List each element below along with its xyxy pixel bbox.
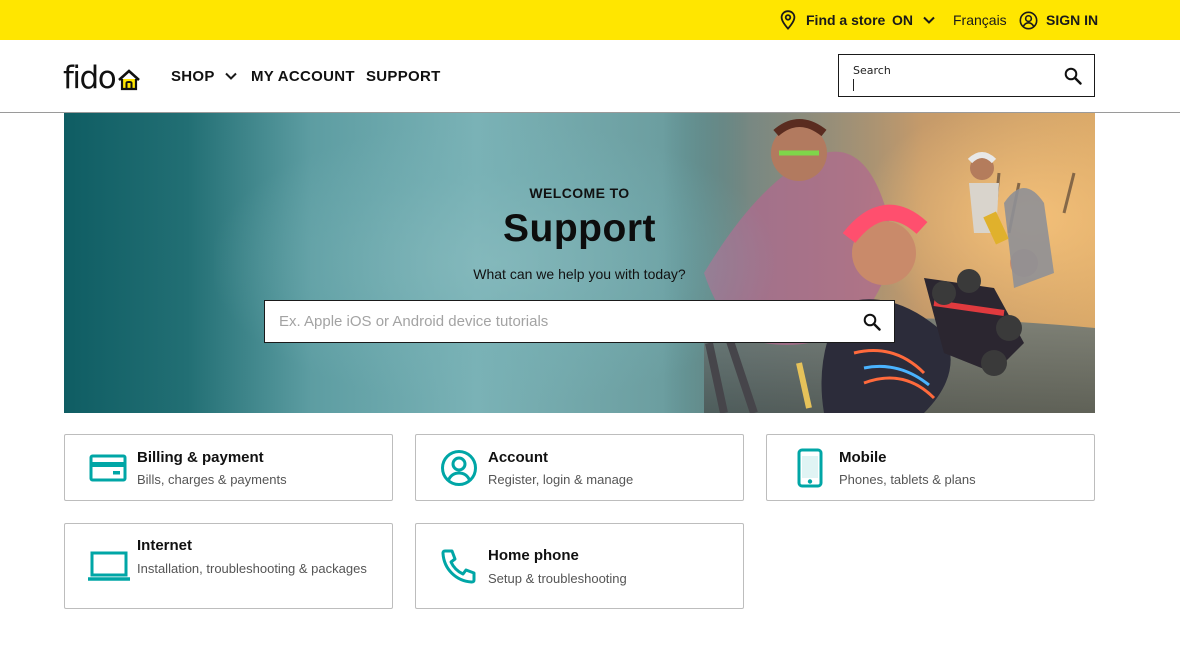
hero-subtitle: What can we help you with today? (473, 266, 686, 282)
category-title: Account (488, 449, 548, 466)
category-card-account[interactable]: Account Register, login & manage (415, 434, 744, 501)
hero-glow (214, 123, 774, 403)
category-description: Installation, troubleshooting & packages (137, 561, 367, 576)
category-description: Bills, charges & payments (137, 472, 287, 487)
location-pin-icon (780, 10, 796, 30)
nav-shop[interactable]: SHOP (171, 40, 237, 112)
user-circle-icon (1019, 11, 1038, 29)
support-search-box (264, 300, 895, 343)
find-store-link[interactable]: Find a store (780, 0, 885, 40)
category-card-billing[interactable]: Billing & payment Bills, charges & payme… (64, 434, 393, 501)
logo-wordmark: fido (63, 60, 117, 96)
hero-title: Support (503, 207, 656, 250)
category-description: Register, login & manage (488, 472, 634, 487)
sign-in-link[interactable]: SIGN IN (1019, 0, 1098, 40)
category-card-home-phone[interactable]: Home phone Setup & troubleshooting (415, 523, 744, 609)
utility-bar: Find a store ON Français SIGN IN (0, 0, 1180, 40)
header-search-button[interactable] (1064, 67, 1082, 90)
fido-logo[interactable]: fido (63, 58, 141, 94)
chevron-down-icon (225, 72, 237, 80)
find-store-label: Find a store (806, 12, 886, 28)
nav-support[interactable]: SUPPORT (366, 40, 441, 112)
category-title: Home phone (488, 547, 579, 564)
search-icon (1064, 67, 1082, 85)
category-title: Internet (137, 537, 193, 554)
user-circle-icon (441, 450, 477, 486)
search-icon (863, 313, 881, 331)
category-title: Mobile (839, 449, 887, 466)
header-search-label: Search (853, 64, 891, 77)
nav-shop-label: SHOP (171, 67, 215, 85)
category-card-mobile[interactable]: Mobile Phones, tablets & plans (766, 434, 1095, 501)
house-logo-icon (118, 69, 141, 91)
category-card-internet[interactable]: Internet Installation, troubleshooting &… (64, 523, 393, 609)
chevron-down-icon (923, 16, 935, 24)
support-search-button[interactable] (863, 313, 881, 336)
support-search-input[interactable] (265, 301, 845, 342)
province-selector[interactable]: ON (892, 0, 935, 40)
sign-in-label: SIGN IN (1046, 12, 1099, 28)
hero-kicker: WELCOME TO (529, 185, 630, 201)
hero-banner: WELCOME TO Support What can we help you … (64, 113, 1095, 413)
phone-handset-icon (441, 549, 476, 584)
language-toggle[interactable]: Français (953, 0, 1007, 40)
province-label: ON (892, 12, 913, 28)
credit-card-icon (89, 454, 127, 482)
smartphone-icon (797, 448, 823, 488)
category-description: Setup & troubleshooting (488, 571, 627, 586)
laptop-icon (88, 551, 130, 581)
nav-my-account[interactable]: MY ACCOUNT (251, 40, 355, 112)
text-caret (853, 79, 854, 91)
category-title: Billing & payment (137, 449, 264, 466)
main-header: fido SHOP MY ACCOUNT SUPPORT Search (0, 40, 1180, 113)
header-search-field[interactable]: Search (838, 54, 1095, 97)
category-description: Phones, tablets & plans (839, 472, 976, 487)
